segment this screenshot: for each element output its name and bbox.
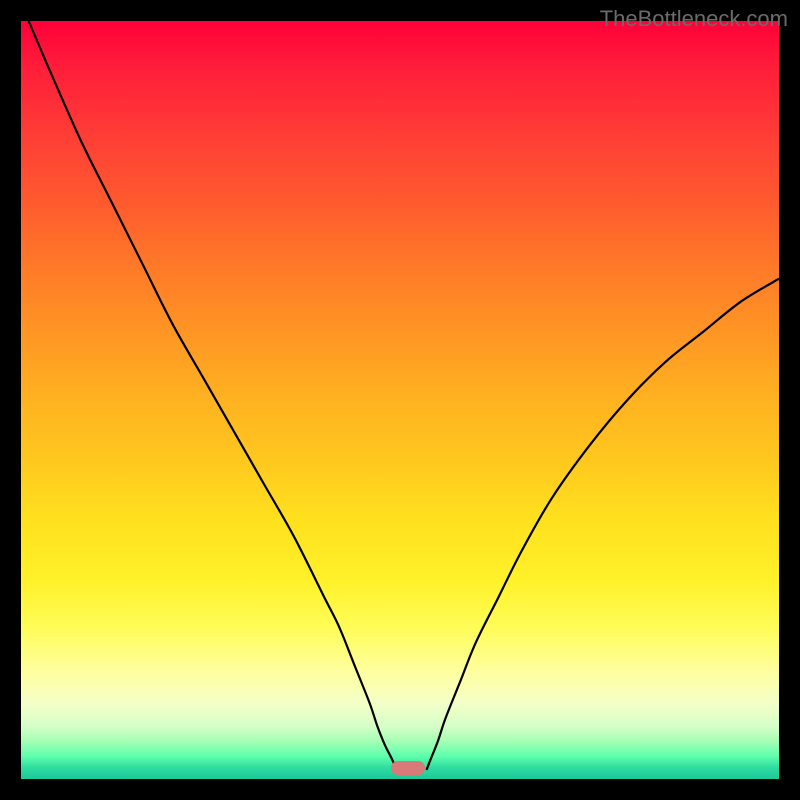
bottleneck-curve bbox=[21, 21, 779, 779]
optimal-marker bbox=[391, 761, 425, 775]
plot-area bbox=[21, 21, 779, 779]
curve-left-branch bbox=[29, 21, 397, 770]
chart-container: TheBottleneck.com bbox=[0, 0, 800, 800]
curve-right-branch bbox=[427, 279, 779, 770]
watermark-text: TheBottleneck.com bbox=[600, 6, 788, 32]
